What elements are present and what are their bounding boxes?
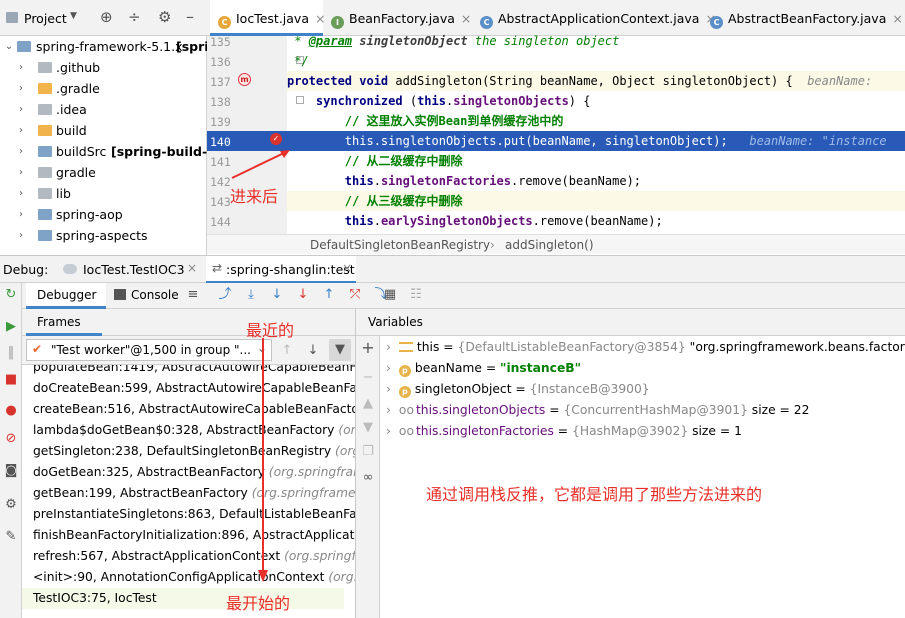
- annotation-overlay: [231, 150, 290, 582]
- annotation-earliest: 最开始的: [226, 594, 291, 613]
- annotation-arrow: [231, 151, 287, 179]
- annotation-after-entry: 进来后: [230, 187, 279, 206]
- annotation-most-recent: 最近的: [246, 321, 295, 340]
- annotation-explain: 通过调用栈反推，它都是调用了那些方法进来的: [426, 485, 763, 504]
- annotation-arrowhead: [258, 570, 268, 582]
